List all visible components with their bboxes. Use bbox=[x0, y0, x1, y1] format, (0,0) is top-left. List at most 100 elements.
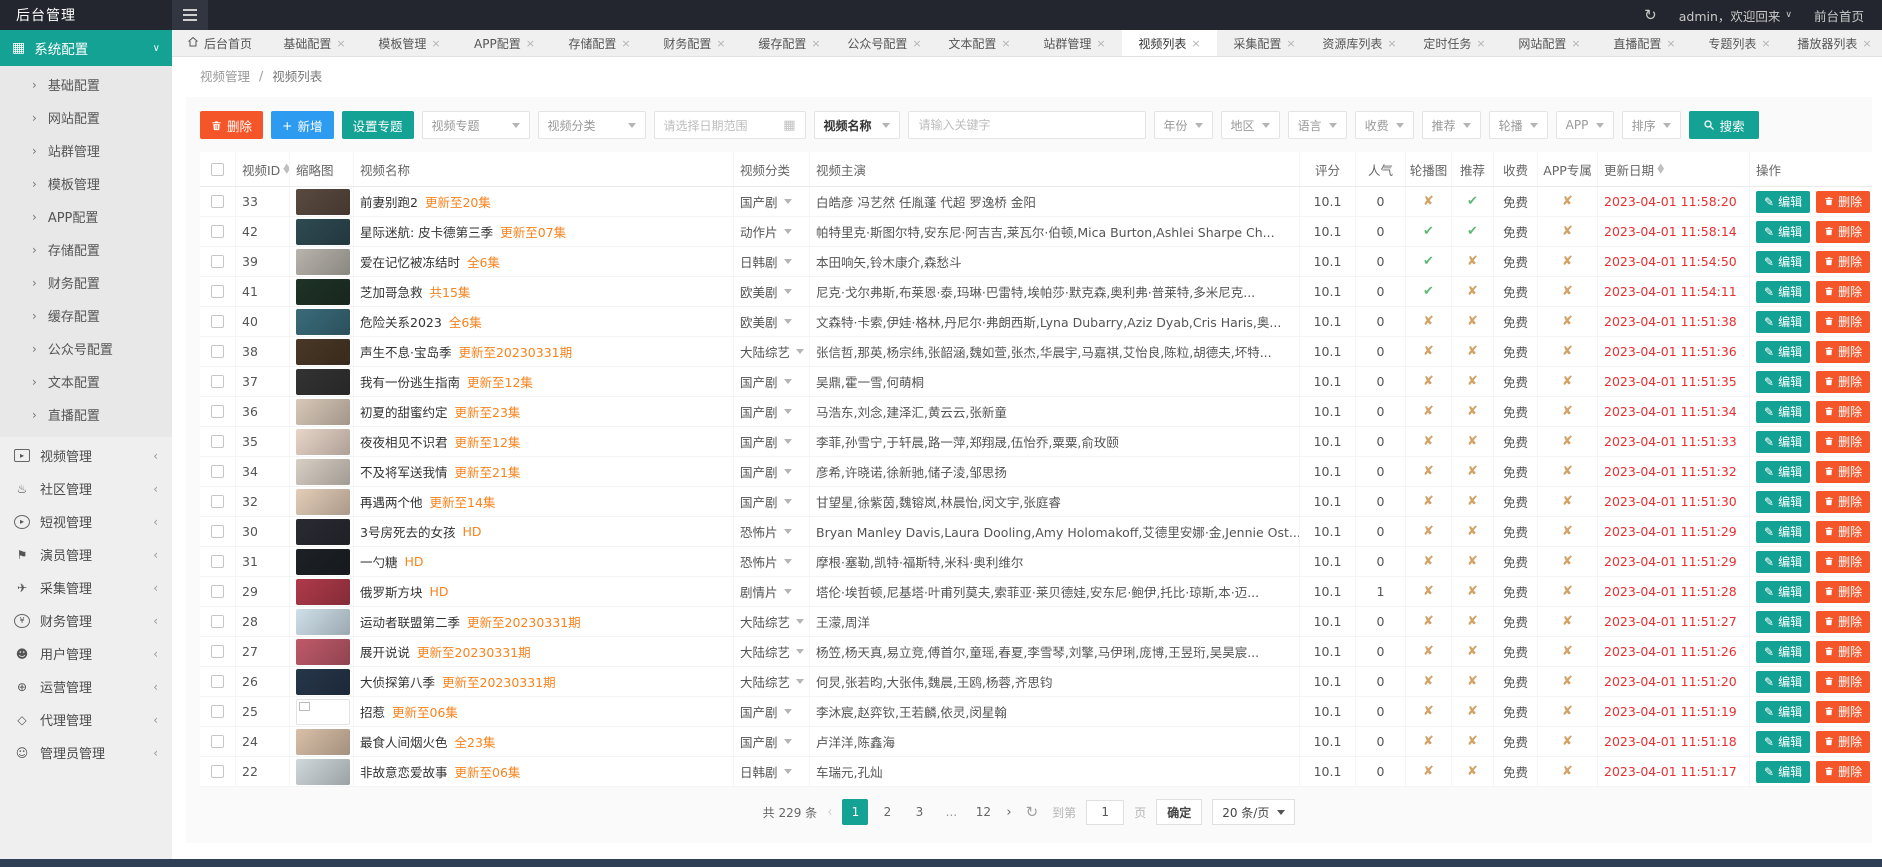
set-topic-button[interactable]: 设置专题 bbox=[342, 111, 414, 139]
column-header[interactable]: 视频ID▲▼ bbox=[236, 152, 290, 186]
row-checkbox[interactable] bbox=[211, 315, 224, 328]
filter-select[interactable]: APP bbox=[1556, 111, 1614, 139]
delete-button[interactable]: 删除 bbox=[200, 111, 263, 139]
video-category[interactable]: 日韩剧 bbox=[734, 757, 810, 786]
tab-item[interactable]: 资源库列表× bbox=[1312, 30, 1407, 56]
video-category[interactable]: 国产剧 bbox=[734, 487, 810, 516]
video-category[interactable]: 国产剧 bbox=[734, 187, 810, 216]
sidebar-group-item[interactable]: ⊕运营管理‹ bbox=[0, 670, 172, 703]
tab-item[interactable]: 采集配置× bbox=[1217, 30, 1312, 56]
edit-button[interactable]: ✎编辑 bbox=[1756, 491, 1810, 513]
page-button[interactable]: 2 bbox=[874, 799, 900, 825]
sort-icon[interactable]: ▲▼ bbox=[284, 164, 289, 174]
close-icon[interactable]: × bbox=[1761, 37, 1770, 50]
row-checkbox[interactable] bbox=[211, 585, 224, 598]
video-category[interactable]: 欧美剧 bbox=[734, 277, 810, 306]
row-checkbox[interactable] bbox=[211, 225, 224, 238]
delete-button[interactable]: 删除 bbox=[1816, 221, 1870, 243]
sidebar-subitem[interactable]: ›公众号配置 bbox=[0, 332, 172, 365]
column-header[interactable]: 更新日期▲▼ bbox=[1598, 152, 1750, 186]
close-icon[interactable]: × bbox=[1476, 37, 1485, 50]
tab-item[interactable]: 定时任务× bbox=[1407, 30, 1502, 56]
delete-button[interactable]: 删除 bbox=[1816, 521, 1870, 543]
next-page-icon[interactable]: › bbox=[1006, 805, 1011, 820]
edit-button[interactable]: ✎编辑 bbox=[1756, 341, 1810, 363]
thumbnail[interactable] bbox=[296, 519, 350, 545]
video-category[interactable]: 国产剧 bbox=[734, 697, 810, 726]
edit-button[interactable]: ✎编辑 bbox=[1756, 431, 1810, 453]
edit-button[interactable]: ✎编辑 bbox=[1756, 281, 1810, 303]
sidebar-group-item[interactable]: ▸短视管理‹ bbox=[0, 505, 172, 538]
video-category[interactable]: 国产剧 bbox=[734, 727, 810, 756]
thumbnail[interactable] bbox=[296, 219, 350, 245]
row-checkbox[interactable] bbox=[211, 645, 224, 658]
tab-item[interactable]: 存储配置× bbox=[552, 30, 647, 56]
prev-page-icon[interactable]: ‹ bbox=[827, 805, 832, 820]
keyword-input[interactable] bbox=[908, 111, 1146, 139]
tab-item[interactable]: 财务配置× bbox=[647, 30, 742, 56]
edit-button[interactable]: ✎编辑 bbox=[1756, 461, 1810, 483]
broken-image-icon[interactable] bbox=[296, 699, 350, 725]
video-category[interactable]: 恐怖片 bbox=[734, 547, 810, 576]
row-checkbox[interactable] bbox=[211, 495, 224, 508]
thumbnail[interactable] bbox=[296, 609, 350, 635]
row-checkbox[interactable] bbox=[211, 435, 224, 448]
delete-button[interactable]: 删除 bbox=[1816, 611, 1870, 633]
sidebar-subitem[interactable]: ›文本配置 bbox=[0, 365, 172, 398]
sidebar-subitem[interactable]: ›站群管理 bbox=[0, 134, 172, 167]
row-checkbox[interactable] bbox=[211, 255, 224, 268]
row-checkbox[interactable] bbox=[211, 675, 224, 688]
delete-button[interactable]: 删除 bbox=[1816, 761, 1870, 783]
edit-button[interactable]: ✎编辑 bbox=[1756, 371, 1810, 393]
video-category[interactable]: 欧美剧 bbox=[734, 307, 810, 336]
sidebar-subitem[interactable]: ›缓存配置 bbox=[0, 299, 172, 332]
close-icon[interactable]: × bbox=[1862, 37, 1871, 50]
edit-button[interactable]: ✎编辑 bbox=[1756, 311, 1810, 333]
edit-button[interactable]: ✎编辑 bbox=[1756, 731, 1810, 753]
sidebar-group-item[interactable]: ▸视频管理‹ bbox=[0, 439, 172, 472]
video-category[interactable]: 国产剧 bbox=[734, 397, 810, 426]
close-icon[interactable]: × bbox=[1666, 37, 1675, 50]
edit-button[interactable]: ✎编辑 bbox=[1756, 191, 1810, 213]
user-menu[interactable]: admin，欢迎回来 ∨ bbox=[1679, 6, 1792, 25]
tab-item[interactable]: 后台首页 bbox=[172, 30, 267, 56]
goto-page-input[interactable] bbox=[1086, 800, 1124, 825]
sidebar-subitem[interactable]: ›存储配置 bbox=[0, 233, 172, 266]
edit-button[interactable]: ✎编辑 bbox=[1756, 671, 1810, 693]
thumbnail[interactable] bbox=[296, 459, 350, 485]
tab-item[interactable]: 播放器列表× bbox=[1787, 30, 1882, 56]
row-checkbox[interactable] bbox=[211, 615, 224, 628]
thumbnail[interactable] bbox=[296, 339, 350, 365]
delete-button[interactable]: 删除 bbox=[1816, 641, 1870, 663]
row-checkbox[interactable] bbox=[211, 555, 224, 568]
video-category[interactable]: 国产剧 bbox=[734, 427, 810, 456]
close-icon[interactable]: × bbox=[912, 37, 921, 50]
tab-item[interactable]: 直播配置× bbox=[1597, 30, 1692, 56]
video-category[interactable]: 大陆综艺 bbox=[734, 337, 810, 366]
thumbnail[interactable] bbox=[296, 279, 350, 305]
edit-button[interactable]: ✎编辑 bbox=[1756, 761, 1810, 783]
thumbnail[interactable] bbox=[296, 399, 350, 425]
thumbnail[interactable] bbox=[296, 639, 350, 665]
delete-button[interactable]: 删除 bbox=[1816, 341, 1870, 363]
thumbnail[interactable] bbox=[296, 549, 350, 575]
edit-button[interactable]: ✎编辑 bbox=[1756, 521, 1810, 543]
sidebar-subitem[interactable]: ›网站配置 bbox=[0, 101, 172, 134]
delete-button[interactable]: 删除 bbox=[1816, 701, 1870, 723]
close-icon[interactable]: × bbox=[621, 37, 630, 50]
row-checkbox[interactable] bbox=[211, 345, 224, 358]
search-field-select[interactable]: 视频名称 bbox=[814, 111, 900, 139]
tab-item[interactable]: 文本配置× bbox=[932, 30, 1027, 56]
edit-button[interactable]: ✎编辑 bbox=[1756, 581, 1810, 603]
thumbnail[interactable] bbox=[296, 669, 350, 695]
close-icon[interactable]: × bbox=[1387, 37, 1396, 50]
refresh-icon[interactable]: ↻ bbox=[1026, 803, 1039, 821]
row-checkbox[interactable] bbox=[211, 375, 224, 388]
breadcrumb-section[interactable]: 视频管理 bbox=[200, 66, 250, 85]
edit-button[interactable]: ✎编辑 bbox=[1756, 551, 1810, 573]
delete-button[interactable]: 删除 bbox=[1816, 281, 1870, 303]
delete-button[interactable]: 删除 bbox=[1816, 431, 1870, 453]
page-button[interactable]: 1 bbox=[842, 799, 868, 825]
filter-select[interactable]: 年份 bbox=[1154, 111, 1213, 139]
row-checkbox[interactable] bbox=[211, 525, 224, 538]
